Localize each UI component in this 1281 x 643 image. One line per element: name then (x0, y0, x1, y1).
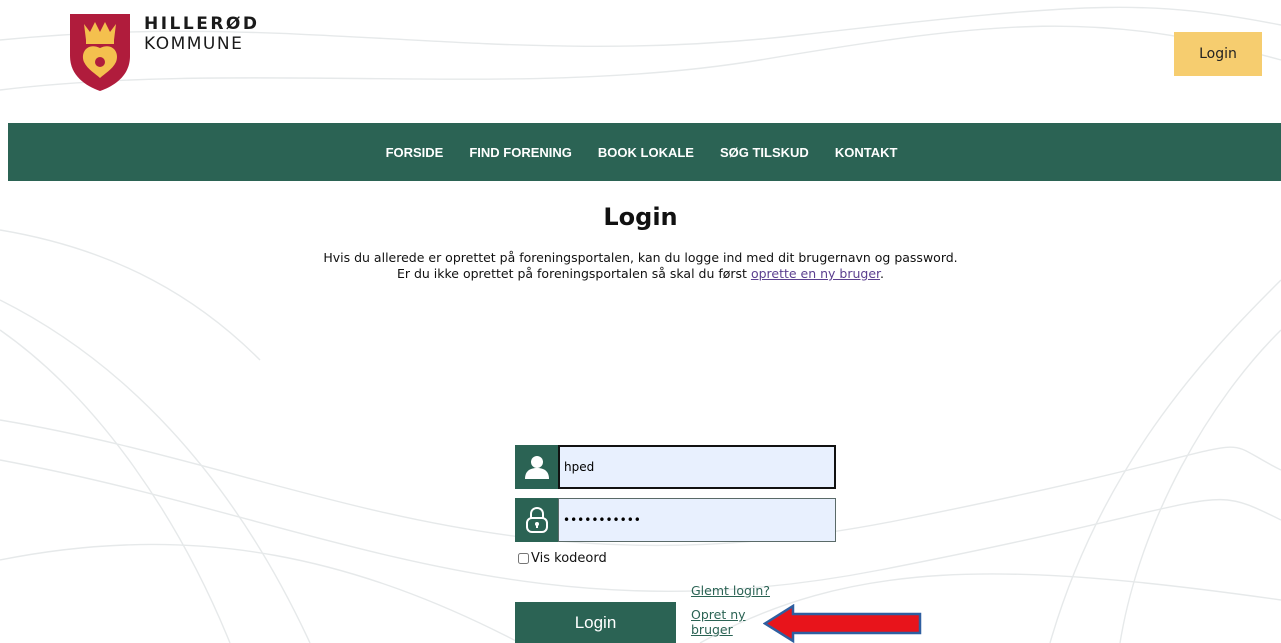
logo-line-kommune: KOMMUNE (144, 34, 244, 54)
nav-item-forside[interactable]: FORSIDE (386, 145, 444, 160)
nav-item-kontakt[interactable]: KONTAKT (835, 145, 898, 160)
arrow-left-icon (763, 604, 922, 643)
intro-text: Hvis du allerede er oprettet på forening… (0, 250, 1281, 282)
intro-line-1: Hvis du allerede er oprettet på forening… (323, 250, 958, 265)
create-user-button-link[interactable]: Opret ny bruger (691, 607, 771, 637)
create-user-link[interactable]: oprette en ny bruger (751, 266, 880, 281)
intro-line-2-suffix: . (880, 266, 885, 281)
username-input[interactable] (558, 445, 836, 489)
password-input[interactable] (558, 498, 836, 542)
forgot-login-link[interactable]: Glemt login? (691, 583, 770, 598)
intro-line-2-prefix: Er du ikke oprettet på foreningsportalen… (396, 266, 751, 281)
logo-text: HILLERØD KOMMUNE (144, 14, 259, 54)
login-form (515, 445, 845, 551)
nav-item-find-forening[interactable]: FIND FORENING (469, 145, 572, 160)
show-password-label: Vis kodeord (531, 551, 607, 566)
page-title: Login (603, 203, 678, 231)
show-password-checkbox[interactable] (518, 553, 529, 564)
show-password-row[interactable]: Vis kodeord (518, 551, 607, 566)
main-content: Login Hvis du allerede er oprettet på fo… (0, 181, 1281, 282)
header-login-button[interactable]: Login (1174, 32, 1262, 76)
lock-icon (515, 498, 559, 542)
username-field (515, 445, 836, 489)
nav-item-sog-tilskud[interactable]: SØG TILSKUD (720, 145, 809, 160)
hillerod-logo[interactable] (68, 12, 132, 92)
nav-item-book-lokale[interactable]: BOOK LOKALE (598, 145, 694, 160)
login-submit-button[interactable]: Login (515, 602, 676, 643)
main-navigation: FORSIDE FIND FORENING BOOK LOKALE SØG TI… (8, 123, 1281, 181)
password-field (515, 498, 836, 542)
intro-line-2: Er du ikke oprettet på foreningsportalen… (0, 266, 1281, 282)
user-icon (515, 445, 559, 489)
site-header: HILLERØD KOMMUNE Login (0, 0, 1281, 123)
nav-list: FORSIDE FIND FORENING BOOK LOKALE SØG TI… (373, 145, 911, 160)
logo-line-hillerod: HILLERØD (144, 14, 260, 34)
